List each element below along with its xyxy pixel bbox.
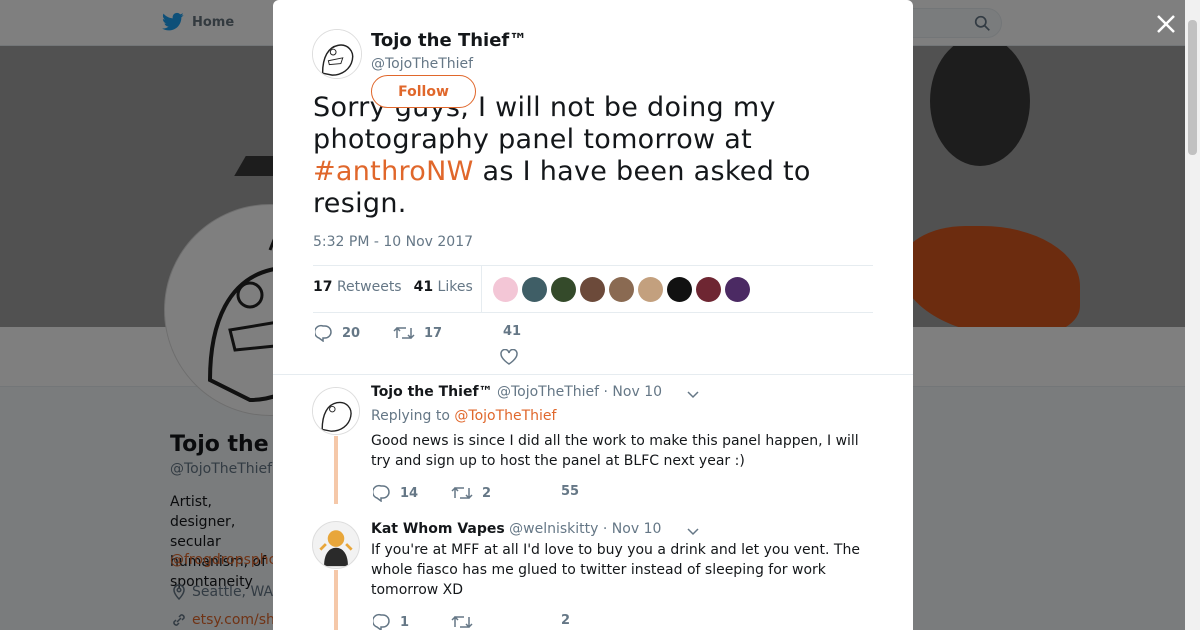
reply-count: 20 <box>342 325 361 341</box>
reply-header: Kat Whom Vapes @welniskitty · Nov 10 <box>371 521 661 537</box>
reply-reply-button[interactable]: 1 <box>373 613 409 630</box>
retweet-icon <box>451 486 473 500</box>
close-icon[interactable] <box>1154 12 1178 36</box>
like-count: 41 <box>503 324 522 339</box>
reply-icon <box>315 324 332 342</box>
liker-avatars <box>493 277 750 302</box>
scrollbar-thumb[interactable] <box>1188 20 1197 155</box>
page-scrollbar[interactable] <box>1185 0 1200 630</box>
tweet-hashtag-link[interactable]: #anthroNW <box>313 156 474 187</box>
reply-header: Tojo the Thief™ @TojoTheThief · Nov 10 <box>371 384 662 400</box>
likes-stat-count: 41 <box>413 279 434 295</box>
reply-button[interactable]: 20 <box>315 324 360 342</box>
replies-separator <box>273 374 913 375</box>
tweet-actions: 20 17 41 <box>313 324 613 369</box>
reply-avatar[interactable] <box>312 387 360 435</box>
retweet-button[interactable]: 17 <box>393 324 442 342</box>
reply-text: If you're at MFF at all I'd love to buy … <box>371 542 860 598</box>
reply-retweet-button[interactable] <box>451 613 482 630</box>
reply-reply-count: 1 <box>400 614 410 630</box>
reply-avatar[interactable] <box>312 521 360 569</box>
tweet-author-name[interactable]: Tojo the Thief™ <box>371 30 527 51</box>
likes-stat[interactable]: 41 Likes <box>414 279 473 295</box>
reply-actions: 14 2 55 <box>371 484 671 504</box>
liker-avatar[interactable] <box>696 277 721 302</box>
tweet-author-avatar[interactable] <box>312 29 362 79</box>
tweet-author-handle[interactable]: @TojoTheThief <box>371 56 473 72</box>
liker-avatar[interactable] <box>667 277 692 302</box>
tweet-timestamp[interactable]: 5:32 PM - 10 Nov 2017 <box>313 234 473 250</box>
reply-text: Good news is since I did all the work to… <box>371 433 859 469</box>
reply-like-count: 2 <box>561 613 571 628</box>
reply-author-handle[interactable]: @welniskitty <box>509 521 598 537</box>
tweet-text: Sorry guys, I will not be doing my photo… <box>313 92 873 220</box>
reply-actions: 1 2 <box>371 613 671 630</box>
replying-to-link[interactable]: @TojoTheThief <box>454 408 556 424</box>
liker-avatar[interactable] <box>522 277 547 302</box>
follow-button[interactable]: Follow <box>371 75 476 108</box>
retweet-count: 17 <box>424 325 443 341</box>
replying-to-prefix: Replying to <box>371 408 450 424</box>
reply-retweet-button[interactable]: 2 <box>451 484 491 502</box>
liker-avatar[interactable] <box>638 277 663 302</box>
retweets-stat[interactable]: 17 Retweets <box>313 279 402 295</box>
reply-like-button[interactable]: 55 <box>561 484 579 499</box>
liker-avatar[interactable] <box>551 277 576 302</box>
retweets-stat-count: 17 <box>313 279 333 295</box>
thread-connector <box>334 436 338 504</box>
liker-avatar[interactable] <box>725 277 750 302</box>
liker-avatar[interactable] <box>493 277 518 302</box>
retweet-icon <box>393 326 415 340</box>
chevron-down-icon[interactable] <box>685 386 701 402</box>
replying-to: Replying to @TojoTheThief <box>371 408 556 424</box>
stats-divider <box>481 266 482 312</box>
heart-icon[interactable] <box>500 349 518 365</box>
like-count-label: 41 <box>503 324 521 339</box>
retweets-stat-label: Retweets <box>336 279 402 295</box>
liker-avatar[interactable] <box>580 277 605 302</box>
thread-connector <box>334 570 338 630</box>
chevron-down-icon[interactable] <box>685 523 701 539</box>
reply-author-name[interactable]: Tojo the Thief™ <box>371 384 493 400</box>
reply-retweet-count: 2 <box>482 485 492 501</box>
reply-date[interactable]: · Nov 10 <box>604 384 663 400</box>
reply-author-name[interactable]: Kat Whom Vapes <box>371 521 505 537</box>
reply-avatar-drawing <box>313 388 359 434</box>
likes-stat-label: Likes <box>437 279 473 295</box>
liker-avatar[interactable] <box>609 277 634 302</box>
reply-reply-count: 14 <box>400 485 419 501</box>
reply-icon <box>373 484 390 502</box>
reply-reply-button[interactable]: 14 <box>373 484 418 502</box>
reply-date[interactable]: · Nov 10 <box>603 521 662 537</box>
tweet-stats: 17 Retweets 41 Likes <box>313 265 873 313</box>
reply-like-count: 55 <box>561 484 580 499</box>
reply-icon <box>373 613 390 630</box>
tweet-modal: Tojo the Thief™ @TojoTheThief Follow Sor… <box>273 0 913 630</box>
reply-avatar-drawing <box>319 530 353 567</box>
retweet-icon <box>451 615 473 629</box>
author-avatar-drawing <box>313 30 361 78</box>
reply-author-handle[interactable]: @TojoTheThief <box>497 384 599 400</box>
reply-like-button[interactable]: 2 <box>561 613 570 628</box>
